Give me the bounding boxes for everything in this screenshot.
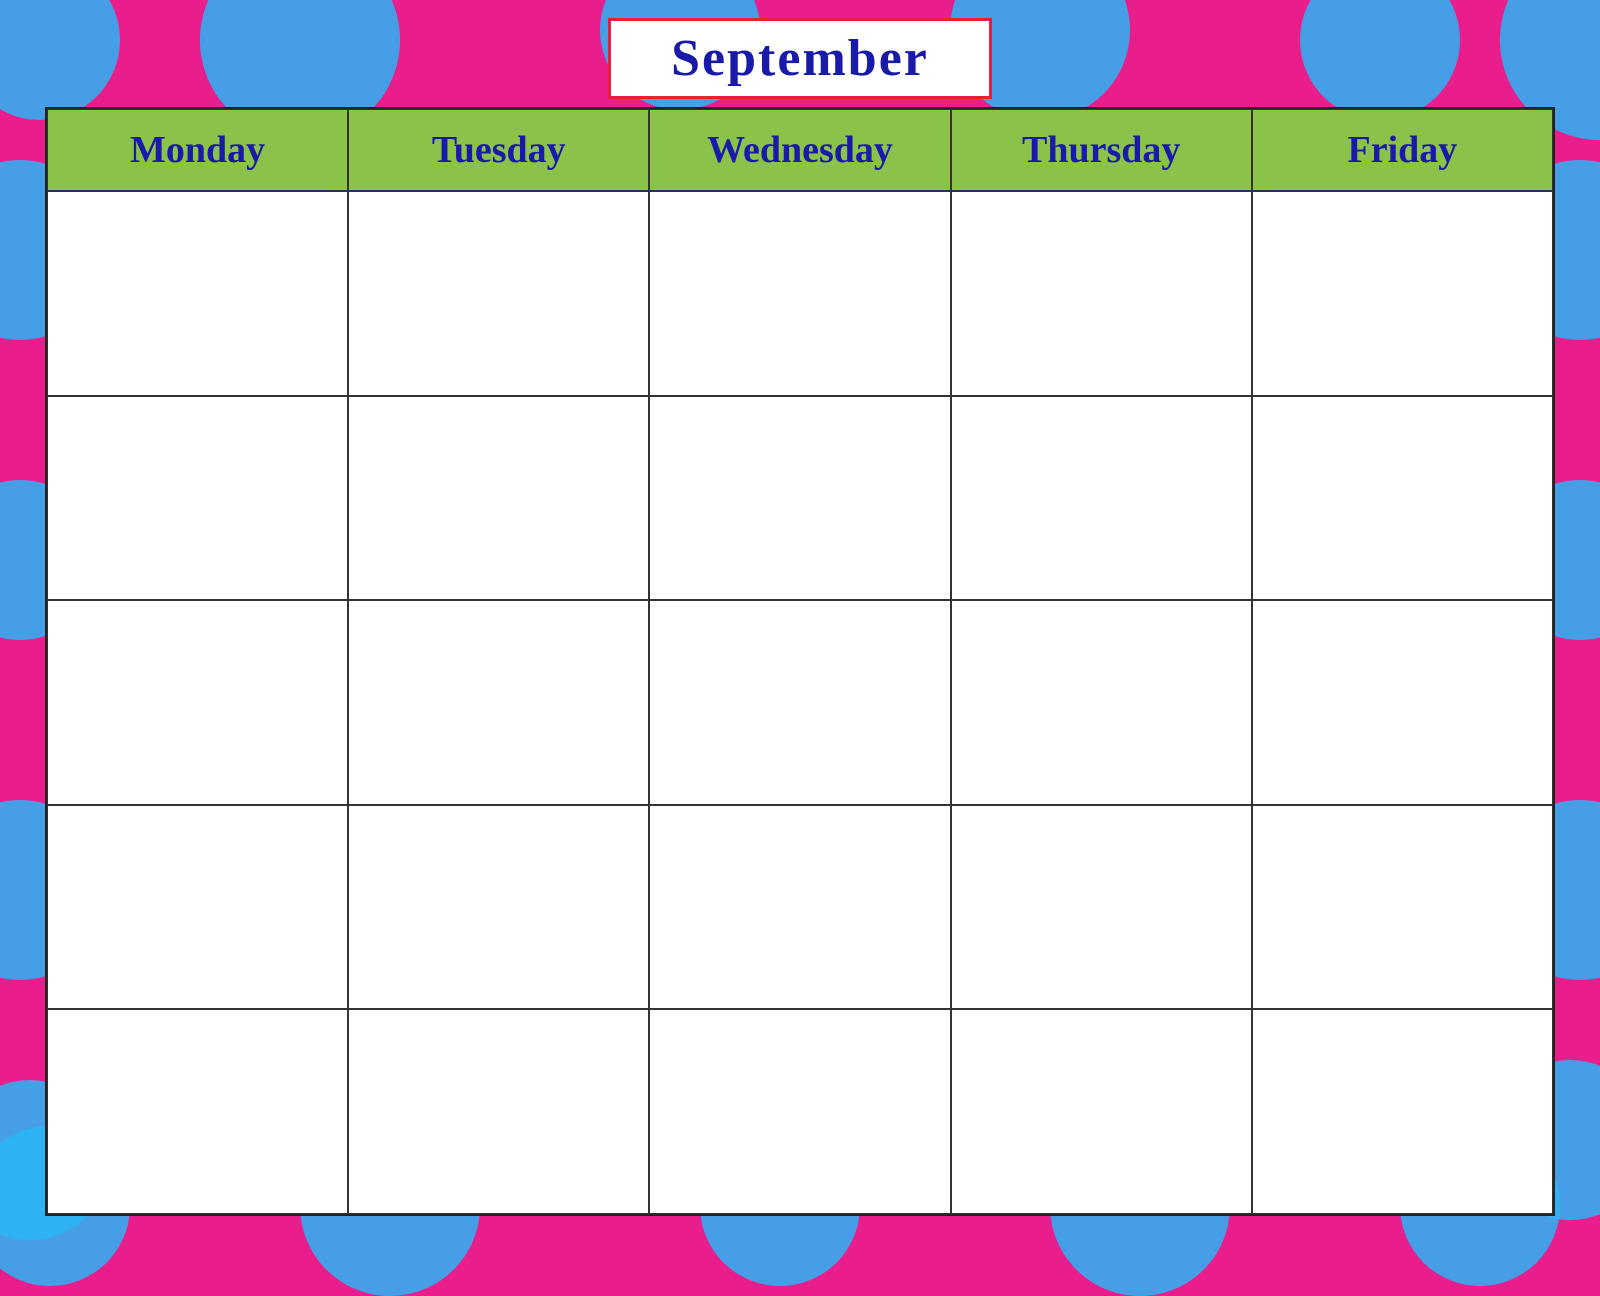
week-row-2	[47, 396, 1553, 601]
cell-4-5[interactable]	[1252, 805, 1553, 1010]
cell-5-1[interactable]	[47, 1009, 348, 1214]
cell-1-2[interactable]	[348, 191, 649, 396]
cell-5-2[interactable]	[348, 1009, 649, 1214]
cell-2-5[interactable]	[1252, 396, 1553, 601]
cell-3-1[interactable]	[47, 600, 348, 805]
cell-1-1[interactable]	[47, 191, 348, 396]
header-wednesday: Wednesday	[649, 109, 950, 191]
header-tuesday: Tuesday	[348, 109, 649, 191]
week-row-1	[47, 191, 1553, 396]
cell-3-2[interactable]	[348, 600, 649, 805]
cell-4-1[interactable]	[47, 805, 348, 1010]
cell-4-3[interactable]	[649, 805, 950, 1010]
calendar-body	[47, 191, 1553, 1214]
month-title-wrapper: September	[608, 18, 992, 99]
cell-4-2[interactable]	[348, 805, 649, 1010]
header-monday: Monday	[47, 109, 348, 191]
cell-4-4[interactable]	[951, 805, 1252, 1010]
header-friday: Friday	[1252, 109, 1553, 191]
cell-3-4[interactable]	[951, 600, 1252, 805]
calendar-grid: Monday Tuesday Wednesday Thursday Friday	[45, 107, 1555, 1216]
header-thursday: Thursday	[951, 109, 1252, 191]
week-row-4	[47, 805, 1553, 1010]
cell-2-3[interactable]	[649, 396, 950, 601]
cell-1-3[interactable]	[649, 191, 950, 396]
cell-5-4[interactable]	[951, 1009, 1252, 1214]
cell-2-4[interactable]	[951, 396, 1252, 601]
cell-1-4[interactable]	[951, 191, 1252, 396]
calendar-container: September Monday Tuesday Wednesday Thurs…	[45, 10, 1555, 1216]
cell-5-3[interactable]	[649, 1009, 950, 1214]
cell-2-2[interactable]	[348, 396, 649, 601]
cell-3-5[interactable]	[1252, 600, 1553, 805]
week-row-3	[47, 600, 1553, 805]
week-row-5	[47, 1009, 1553, 1214]
cell-5-5[interactable]	[1252, 1009, 1553, 1214]
cell-1-5[interactable]	[1252, 191, 1553, 396]
cell-3-3[interactable]	[649, 600, 950, 805]
cell-2-1[interactable]	[47, 396, 348, 601]
month-title: September	[608, 18, 992, 99]
header-row: Monday Tuesday Wednesday Thursday Friday	[47, 109, 1553, 191]
